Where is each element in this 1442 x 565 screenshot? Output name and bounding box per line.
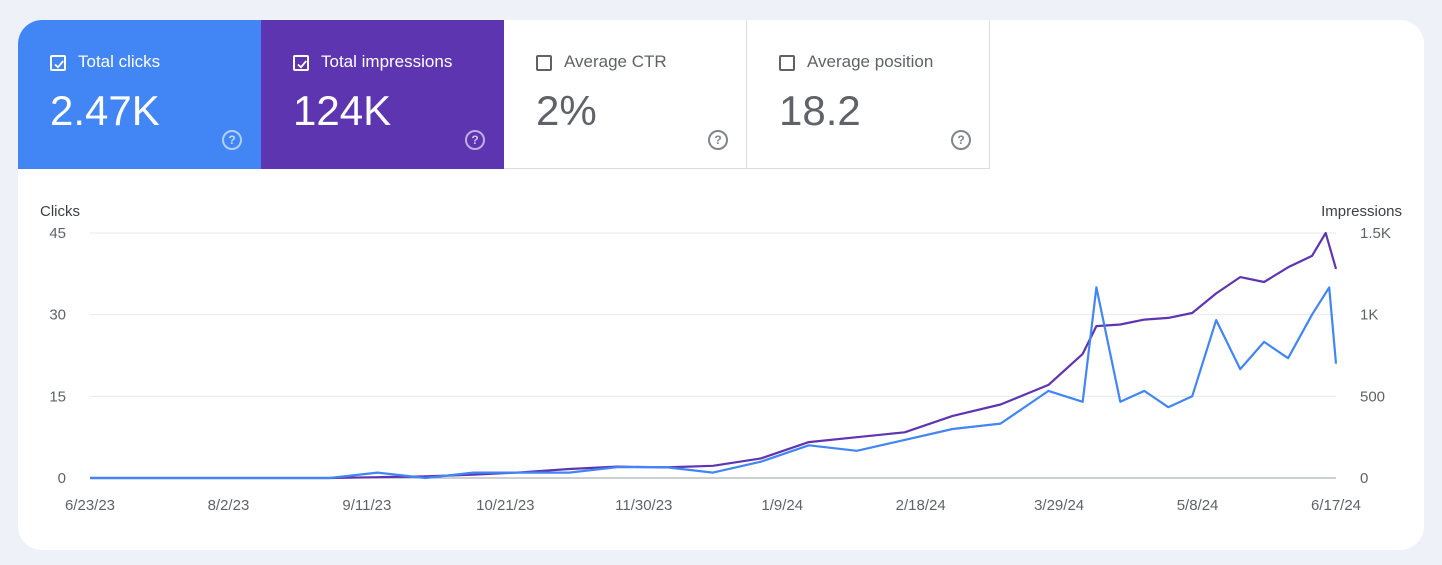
- y-right-tick-label: 1.5K: [1360, 225, 1391, 242]
- y-right-axis: 0 500 1K 1.5K: [1360, 225, 1391, 487]
- x-tick-label: 6/17/24: [1311, 497, 1361, 514]
- y-left-tick-label: 0: [58, 470, 66, 487]
- x-tick-label: 5/8/24: [1177, 497, 1219, 514]
- y-left-tick-label: 30: [49, 307, 66, 324]
- x-tick-label: 3/29/24: [1034, 497, 1084, 514]
- y-right-tick-label: 500: [1360, 388, 1385, 405]
- impressions-line: [90, 231, 1338, 480]
- y-left-axis: 0 15 30 45: [49, 225, 66, 487]
- clicks-line: [90, 286, 1338, 480]
- y-right-axis-title: Impressions: [1321, 203, 1402, 220]
- x-tick-label: 1/9/24: [761, 497, 803, 514]
- y-left-tick-label: 45: [49, 225, 66, 242]
- x-tick-label: 2/18/24: [896, 497, 946, 514]
- performance-chart: Clicks Impressions 0 15 30 45 0 500 1K 1.5K 6/…: [40, 203, 1402, 514]
- y-right-tick-label: 0: [1360, 470, 1368, 487]
- grid-layer: [90, 232, 1336, 479]
- x-tick-label: 10/21/23: [476, 497, 534, 514]
- performance-panel: Total clicks 2.47K ? Total impressions 1…: [18, 20, 1424, 550]
- x-tick-label: 6/23/23: [65, 497, 115, 514]
- x-tick-label: 8/2/23: [208, 497, 250, 514]
- y-left-axis-title: Clicks: [40, 203, 80, 220]
- y-left-tick-label: 15: [49, 388, 66, 405]
- x-tick-label: 11/30/23: [615, 497, 672, 514]
- x-axis: 6/23/23 8/2/23 9/11/23 10/21/23 11/30/23 1/9/…: [65, 497, 1361, 514]
- series-layer: [90, 231, 1338, 480]
- x-tick-label: 9/11/23: [342, 497, 391, 514]
- y-right-tick-label: 1K: [1360, 307, 1378, 324]
